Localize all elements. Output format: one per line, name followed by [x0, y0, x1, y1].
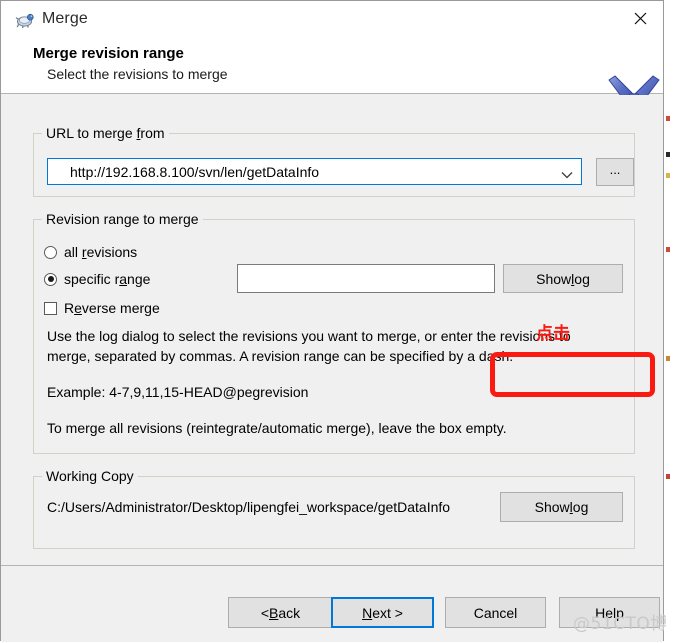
radio-specific-range[interactable]: specific range [44, 271, 150, 287]
help-button[interactable]: Help [559, 597, 660, 628]
background-speck [666, 152, 670, 157]
window-title: Merge [42, 10, 88, 27]
help-text-example: Example: 4-7,9,11,15-HEAD@pegrevision [47, 384, 309, 400]
help-text-line-1: Use the log dialog to select the revisio… [47, 328, 571, 344]
checkbox-indicator-reverse [44, 301, 57, 315]
url-group-label: URL to merge from [42, 125, 169, 141]
checkbox-reverse-merge-label: Reverse merge [64, 300, 160, 316]
page-subtitle: Select the revisions to merge [47, 66, 228, 82]
tortoise-svn-icon [15, 11, 35, 29]
revision-range-group-label: Revision range to merge [42, 211, 203, 227]
radio-specific-range-label: specific range [64, 271, 151, 287]
checkbox-reverse-merge[interactable]: Reverse merge [44, 300, 160, 316]
chevron-down-icon[interactable] [561, 167, 573, 179]
dialog-content: URL to merge from http://192.168.8.100/s… [1, 95, 663, 565]
desktop-background-sliver [666, 0, 676, 643]
url-value: http://192.168.8.100/svn/len/getDataInfo [70, 164, 320, 180]
close-icon [634, 12, 647, 25]
background-speck [666, 474, 670, 479]
show-log-button-working-copy[interactable]: Show l og [500, 492, 623, 522]
working-copy-group-label: Working Copy [42, 468, 138, 484]
help-text-line-4: To merge all revisions (reintegrate/auto… [47, 420, 507, 436]
background-speck [666, 173, 670, 178]
merge-dialog-window: Merge Merge revision range Select the re… [0, 0, 664, 642]
working-copy-group: Working Copy C:/Users/Administrator/Desk… [33, 468, 635, 549]
show-log-button-range[interactable]: Show l og [503, 264, 623, 293]
radio-indicator-all [44, 245, 57, 259]
radio-all-revisions[interactable]: all revisions [44, 244, 137, 260]
help-text-line-2: merge, separated by commas. A revision r… [47, 348, 514, 364]
working-copy-path: C:/Users/Administrator/Desktop/lipengfei… [47, 499, 451, 515]
browse-button[interactable]: ... [596, 158, 634, 186]
cancel-button[interactable]: Cancel [445, 597, 546, 628]
annotation-label: 点击 [536, 324, 570, 344]
next-button[interactable]: Next > [331, 597, 434, 628]
url-combobox[interactable]: http://192.168.8.100/svn/len/getDataInfo [47, 158, 582, 185]
background-speck [666, 247, 670, 252]
background-speck [666, 356, 670, 361]
dialog-footer: < Back Next > Cancel Help [1, 565, 663, 642]
revision-range-input[interactable] [237, 264, 495, 293]
title-bar: Merge [1, 1, 663, 38]
background-speck [666, 116, 670, 121]
back-button[interactable]: < Back [228, 597, 333, 628]
page-title: Merge revision range [33, 45, 184, 62]
radio-all-revisions-label: all revisions [64, 244, 138, 260]
wizard-header: Merge revision range Select the revision… [1, 38, 663, 131]
close-button[interactable] [617, 1, 663, 35]
radio-indicator-specific [44, 272, 57, 286]
url-group: URL to merge from http://192.168.8.100/s… [33, 125, 635, 197]
